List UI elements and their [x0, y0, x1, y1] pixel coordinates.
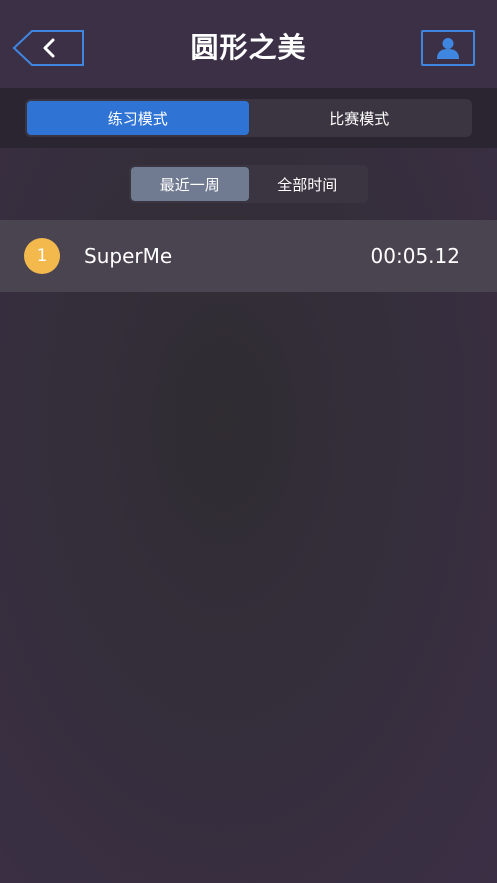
rank-badge: 1 — [24, 238, 60, 274]
tab-last-week[interactable]: 最近一周 — [131, 167, 249, 201]
tab-competition-mode[interactable]: 比赛模式 — [249, 101, 471, 135]
tab-practice-mode[interactable]: 练习模式 — [27, 101, 249, 135]
user-button[interactable] — [421, 30, 475, 66]
user-icon — [437, 38, 459, 59]
time-range-segmented-control: 最近一周 全部时间 — [129, 165, 368, 203]
player-name: SuperMe — [84, 244, 173, 268]
leaderboard-row[interactable]: 1 SuperMe 00:05.12 — [0, 220, 497, 292]
mode-segmented-control: 练习模式 比赛模式 — [25, 99, 472, 137]
record-time: 00:05.12 — [370, 244, 460, 268]
top-bar: 圆形之美 — [0, 0, 497, 88]
tab-all-time[interactable]: 全部时间 — [249, 167, 367, 201]
mode-bar: 练习模式 比赛模式 — [0, 88, 497, 148]
